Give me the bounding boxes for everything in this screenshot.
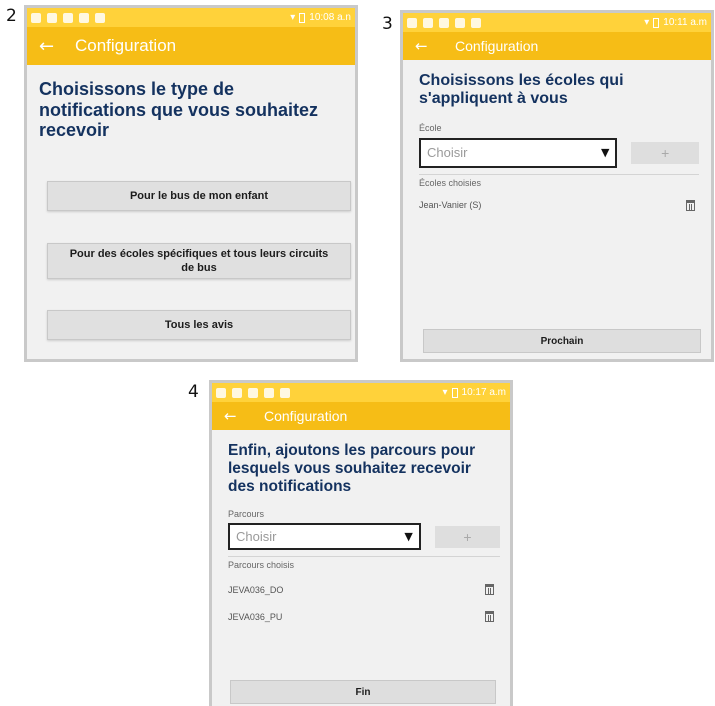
step-number-4: 4	[188, 382, 199, 402]
status-time: 10:08 a.n	[309, 12, 351, 23]
option-button-child-bus[interactable]: Pour le bus de mon enfant	[47, 181, 351, 211]
caret-down-icon: ▼	[600, 146, 610, 160]
status-indicators: ▾ 10:08 a.n	[290, 12, 351, 23]
app-title: Configuration	[455, 38, 539, 54]
school-field-label: École	[419, 122, 442, 133]
app-title: Configuration	[75, 36, 177, 55]
phone-screen-route-selection: ▾ 10:17 a.m ← Configuration Enfin, ajout…	[209, 380, 513, 706]
notification-icons	[407, 17, 481, 28]
chosen-routes-label: Parcours choisis	[228, 560, 295, 571]
add-school-button[interactable]: +	[631, 141, 699, 164]
status-indicators: ▾ 10:17 a.m	[442, 387, 506, 398]
caret-down-icon: ▼	[404, 530, 413, 544]
trash-icon[interactable]	[686, 199, 695, 211]
status-bar: ▾ 10:11 a.m	[403, 13, 711, 32]
chosen-school-name: Jean-Vanier (S)	[419, 200, 482, 211]
finish-button[interactable]: Fin	[230, 680, 496, 704]
route-field-label: Parcours	[228, 509, 265, 520]
add-route-button[interactable]: +	[434, 525, 500, 548]
status-time: 10:17 a.m	[461, 387, 506, 398]
wifi-icon: ▾	[644, 17, 650, 28]
phone-screen-school-selection: ▾ 10:11 a.m ← Configuration Choisissons …	[400, 10, 714, 362]
status-indicators: ▾ 10:11 a.m	[644, 17, 707, 28]
arrow-left-icon[interactable]: ←	[224, 407, 264, 425]
arrow-left-icon[interactable]: ←	[39, 36, 75, 57]
route-select[interactable]: Choisir ▼	[228, 523, 421, 551]
page-heading: Choisissons le type de notifications que…	[39, 79, 319, 141]
divider	[419, 173, 699, 175]
chosen-route-name: JEVA036_PU	[228, 611, 283, 622]
battery-icon	[451, 387, 458, 398]
step-number-2: 2	[6, 6, 17, 26]
wifi-icon: ▾	[442, 387, 448, 398]
page-heading: Enfin, ajoutons les parcours pour lesque…	[228, 442, 476, 495]
notification-icons	[216, 387, 290, 398]
notification-icons	[31, 12, 105, 23]
chosen-school-item: Jean-Vanier (S)	[419, 199, 699, 211]
trash-icon[interactable]	[485, 584, 494, 596]
status-bar: ▾ 10:17 a.m	[212, 383, 510, 402]
battery-icon	[299, 12, 306, 23]
wifi-icon: ▾	[290, 12, 296, 23]
app-bar: ← Configuration	[27, 27, 355, 65]
option-button-specific-schools[interactable]: Pour des écoles spécifiques et tous leur…	[47, 243, 351, 279]
arrow-left-icon[interactable]: ←	[415, 37, 455, 55]
route-select-placeholder: Choisir	[236, 529, 277, 545]
school-select-placeholder: Choisir	[427, 145, 468, 161]
battery-icon	[653, 17, 660, 28]
status-time: 10:11 a.m	[663, 17, 707, 28]
trash-icon[interactable]	[485, 611, 494, 623]
status-bar: ▾ 10:08 a.n	[27, 8, 355, 27]
next-button[interactable]: Prochain	[423, 329, 701, 353]
app-bar: ← Configuration	[212, 402, 510, 430]
divider	[228, 556, 500, 558]
app-bar: ← Configuration	[403, 32, 711, 60]
page-heading: Choisissons les écoles qui s'appliquent …	[419, 72, 624, 108]
chosen-schools-label: Écoles choisies	[419, 177, 482, 188]
school-select[interactable]: Choisir ▼	[419, 137, 618, 168]
app-title: Configuration	[264, 408, 348, 424]
chosen-route-name: JEVA036_DO	[228, 584, 284, 595]
step-number-3: 3	[382, 14, 393, 34]
chosen-route-item: JEVA036_PU	[228, 611, 500, 623]
option-button-all-notices[interactable]: Tous les avis	[47, 310, 351, 340]
phone-screen-notification-type: ▾ 10:08 a.n ← Configuration Choisissons …	[24, 5, 358, 362]
chosen-route-item: JEVA036_DO	[228, 584, 500, 596]
